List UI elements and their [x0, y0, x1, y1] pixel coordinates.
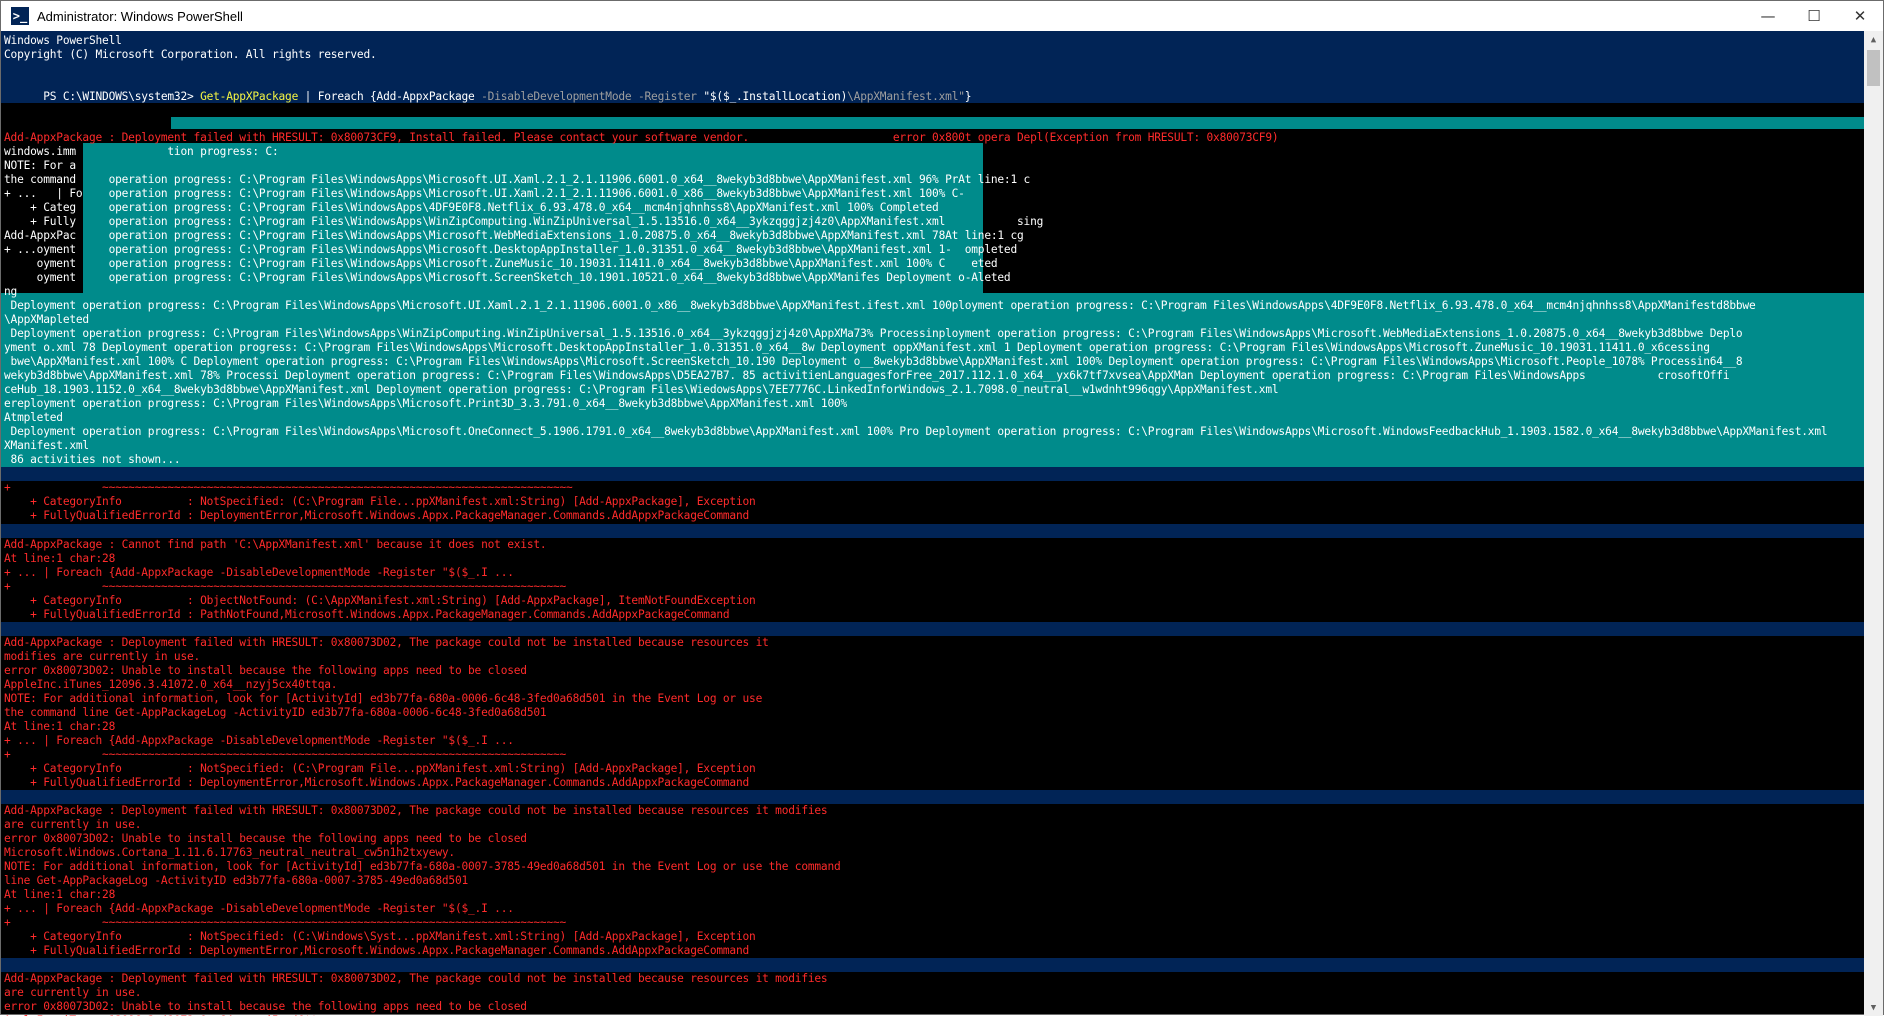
command-arg: "$($_.InstallLocation) — [703, 90, 848, 103]
error-line: AppleInc.iTunes_12096.3.41072.0_x64__nzy… — [4, 678, 338, 691]
progress-line: oyment operation progress: C:\Program Fi… — [4, 257, 998, 270]
progress-line: oyment operation progress: C:\Program Fi… — [4, 271, 1011, 284]
progress-line: NOTE: For a — [4, 159, 76, 172]
progress-line: yment o.xml 78 Deployment operation prog… — [4, 341, 1710, 354]
window-title: Administrator: Windows PowerShell — [37, 8, 243, 24]
command-name: Get-AppXPackage — [200, 90, 299, 103]
separator-band — [1, 958, 1865, 972]
command-pipe: | Foreach {Add-AppxPackage — [298, 90, 482, 103]
error-line: + ~~~~~~~~~~~~~~~~~~~~~~~~~~~~~~~~~~~~~~… — [4, 481, 573, 494]
error-line: + FullyQualifiedErrorId : DeploymentErro… — [4, 944, 750, 957]
error-line: Microsoft.Windows.Cortana_1.11.6.17763_n… — [4, 846, 455, 859]
error-line: + CategoryInfo : ObjectNotFound: (C:\App… — [4, 594, 756, 607]
error-line: Add-AppxPackage : Deployment failed with… — [4, 972, 828, 985]
error-line: error 0x80073D02: Unable to install beca… — [4, 664, 527, 677]
header-line-2: Copyright (C) Microsoft Corporation. All… — [4, 48, 377, 61]
progress-line: Deployment operation progress: C:\Progra… — [4, 299, 1756, 312]
error-line: + FullyQualifiedErrorId : DeploymentErro… — [4, 776, 750, 789]
progress-line: \AppXMapleted — [4, 313, 89, 326]
progress-line: Deployment operation progress: C:\Progra… — [4, 327, 1743, 340]
progress-line: 86 activities not shown... — [4, 453, 181, 466]
error-line: At line:1 char:28 — [4, 888, 116, 901]
error-line: Add-AppxPackage : Cannot find path 'C:\A… — [4, 538, 547, 551]
error-line: + ... | Foreach {Add-AppxPackage -Disabl… — [4, 902, 514, 915]
progress-line: ng — [4, 285, 18, 298]
error-line: At line:1 char:28 — [4, 720, 116, 733]
prompt: PS C:\WINDOWS\system32> — [43, 90, 201, 103]
error-line: + ... | Foreach {Add-AppxPackage -Disabl… — [4, 734, 514, 747]
scroll-down-icon[interactable]: ▼ — [1864, 999, 1883, 1016]
error-line: Add-AppxPackage : Deployment failed with… — [4, 804, 828, 817]
error-line: error 0x80073D02: Unable to install beca… — [4, 1000, 527, 1013]
progress-line: + Categ operation progress: C:\Program F… — [4, 201, 939, 214]
error-line: are currently in use. — [4, 986, 142, 999]
progress-line: XManifest.xml — [4, 439, 89, 452]
progress-line: Atmpleted — [4, 411, 63, 424]
vertical-scrollbar[interactable]: ▲ ▼ — [1864, 31, 1883, 1016]
command-params: -DisableDevelopmentMode -Register — [481, 90, 704, 103]
error-line: + CategoryInfo : NotSpecified: (C:\Progr… — [4, 495, 756, 508]
separator-band — [1, 622, 1865, 636]
command-close: } — [964, 90, 972, 103]
console-output[interactable]: Windows PowerShell Copyright (C) Microso… — [1, 31, 1865, 1016]
progress-line: Add-AppxPac operation progress: C:\Progr… — [4, 229, 1024, 242]
progress-line: Add-AppxPackage : Deployment failed with… — [4, 131, 1279, 144]
error-line: At line:1 char:28 — [4, 552, 116, 565]
minimize-button[interactable]: — — [1745, 1, 1791, 31]
progress-line: windows.imm tion progress: C: — [4, 145, 279, 158]
error-line: line Get-AppPackageLog -ActivityID ed3b7… — [4, 874, 469, 887]
maximize-button[interactable]: ☐ — [1791, 1, 1837, 31]
error-line: + CategoryInfo : NotSpecified: (C:\Progr… — [4, 762, 756, 775]
error-line: the command line Get-AppPackageLog -Acti… — [4, 706, 547, 719]
progress-line: ceHub_18.1903.1152.0_x64__8wekyb3d8bbwe\… — [4, 383, 1279, 396]
error-line: + ~~~~~~~~~~~~~~~~~~~~~~~~~~~~~~~~~~~~~~… — [4, 916, 567, 929]
progress-line: bwe\AppXManifest.xml 100% C Deployment o… — [4, 355, 1743, 368]
close-button[interactable]: ✕ — [1837, 1, 1883, 31]
error-line: Add-AppxPackage : Deployment failed with… — [4, 636, 769, 649]
error-line: + ... | Foreach {Add-AppxPackage -Disabl… — [4, 566, 514, 579]
progress-line: + ... | Fo operation progress: C:\Progra… — [4, 187, 965, 200]
error-line: NOTE: For additional information, look f… — [4, 860, 841, 873]
powershell-icon: >_ — [11, 7, 29, 25]
separator-band — [1, 467, 1865, 481]
header-line-1: Windows PowerShell — [4, 34, 122, 47]
scroll-thumb[interactable] — [1867, 50, 1880, 86]
error-line: + FullyQualifiedErrorId : PathNotFound,M… — [4, 608, 730, 621]
separator-band — [1, 790, 1865, 804]
error-line: + CategoryInfo : NotSpecified: (C:\Windo… — [4, 930, 756, 943]
error-line: + ~~~~~~~~~~~~~~~~~~~~~~~~~~~~~~~~~~~~~~… — [4, 580, 567, 593]
progress-line: ereployment operation progress: C:\Progr… — [4, 397, 848, 410]
powershell-window: >_ Administrator: Windows PowerShell — ☐… — [0, 0, 1884, 1016]
title-bar[interactable]: >_ Administrator: Windows PowerShell — ☐… — [1, 1, 1883, 31]
error-line: + ~~~~~~~~~~~~~~~~~~~~~~~~~~~~~~~~~~~~~~… — [4, 748, 567, 761]
separator-band — [1, 524, 1865, 538]
error-line: modifies are currently in use. — [4, 650, 201, 663]
progress-line: Deployment operation progress: C:\Progra… — [4, 425, 1828, 438]
command-arg-path: \AppXManifest.xml" — [847, 90, 965, 103]
command-prompt-line: PS C:\WINDOWS\system32> Get-AppXPackage … — [4, 76, 971, 103]
scroll-up-icon[interactable]: ▲ — [1864, 31, 1883, 48]
error-line: are currently in use. — [4, 818, 142, 831]
progress-line: + Fully operation progress: C:\Program F… — [4, 215, 1044, 228]
progress-line: + ...oyment operation progress: C:\Progr… — [4, 243, 1017, 256]
error-line: error 0x80073D02: Unable to install beca… — [4, 832, 527, 845]
error-line: NOTE: For additional information, look f… — [4, 692, 763, 705]
error-line: + FullyQualifiedErrorId : DeploymentErro… — [4, 509, 750, 522]
window-controls: — ☐ ✕ — [1745, 1, 1883, 31]
progress-line: the command operation progress: C:\Progr… — [4, 173, 1031, 186]
progress-overlay-top — [171, 117, 1865, 129]
progress-line: wekyb3d8bbwe\AppXManifest.xml 78% Proces… — [4, 369, 1730, 382]
